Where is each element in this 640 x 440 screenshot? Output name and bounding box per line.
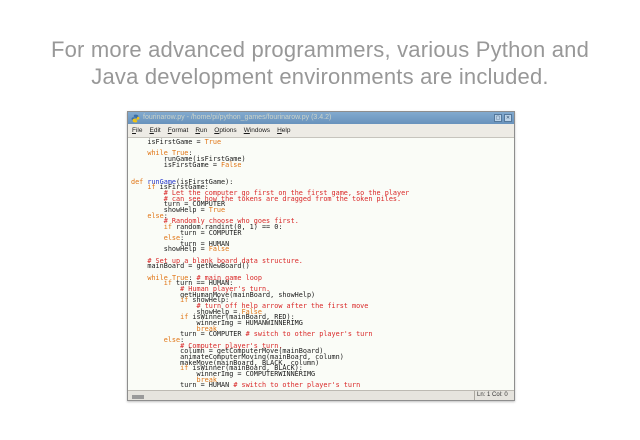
menu-help[interactable]: Help bbox=[277, 127, 290, 134]
menu-file[interactable]: File bbox=[132, 127, 143, 134]
code-editor[interactable]: isFirstGame = True while True: runGame(i… bbox=[128, 138, 514, 389]
menu-windows[interactable]: Windows bbox=[244, 127, 270, 134]
menu-format[interactable]: Format bbox=[168, 127, 189, 134]
code-area: isFirstGame = True while True: runGame(i… bbox=[128, 138, 514, 390]
heading-line-2: Java development environments are includ… bbox=[0, 63, 640, 90]
line-column-indicator: Ln: 1 Col: 0 bbox=[474, 391, 514, 400]
menu-options[interactable]: Options bbox=[214, 127, 236, 134]
menu-run[interactable]: Run bbox=[195, 127, 207, 134]
close-icon: ✕ bbox=[506, 116, 510, 121]
heading-line-1: For more advanced programmers, various P… bbox=[0, 36, 640, 63]
idle-editor-window: fourinarow.py - /home/pi/python_games/fo… bbox=[127, 111, 515, 401]
title-bar[interactable]: fourinarow.py - /home/pi/python_games/fo… bbox=[128, 112, 514, 124]
scrollbar-thumb[interactable] bbox=[132, 395, 144, 399]
close-button[interactable]: ✕ bbox=[504, 114, 512, 122]
python-icon bbox=[131, 114, 140, 123]
menu-edit[interactable]: Edit bbox=[150, 127, 161, 134]
maximize-icon: ▢ bbox=[496, 116, 501, 121]
page-heading: For more advanced programmers, various P… bbox=[0, 36, 640, 90]
window-title: fourinarow.py - /home/pi/python_games/fo… bbox=[143, 112, 492, 124]
status-bar: Ln: 1 Col: 0 bbox=[128, 390, 514, 400]
maximize-button[interactable]: ▢ bbox=[494, 114, 502, 122]
menu-bar: File Edit Format Run Options Windows Help bbox=[128, 124, 514, 138]
